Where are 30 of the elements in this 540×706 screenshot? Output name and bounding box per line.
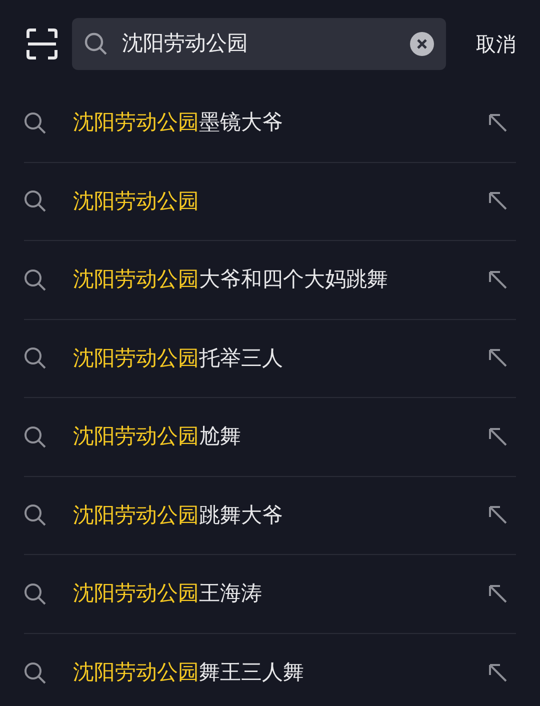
search-icon xyxy=(24,268,46,291)
suggestion-link[interactable]: 沈阳劳动公园舞王三人舞 xyxy=(73,657,304,688)
search-icon xyxy=(84,32,108,56)
suggestion-link[interactable]: 沈阳劳动公园托举三人 xyxy=(73,342,283,374)
suggestion-link[interactable]: 沈阳劳动公园跳舞大爷 xyxy=(73,500,283,531)
search-icon xyxy=(24,426,46,448)
suggestion-link[interactable]: 沈阳劳动公园墨镜大爷 xyxy=(73,107,283,138)
search-icon xyxy=(24,662,46,684)
search-field[interactable]: 沈阳劳动公园 xyxy=(72,18,446,70)
fill-in-arrow-icon[interactable] xyxy=(488,348,508,368)
suggestion-link[interactable]: 沈阳劳动公园大爷和四个大妈跳舞 xyxy=(73,264,388,296)
fill-in-arrow-icon[interactable] xyxy=(488,662,508,683)
suggestion-link[interactable]: 沈阳劳动公园尬舞 xyxy=(73,421,241,452)
search-icon xyxy=(24,504,46,526)
search-icon xyxy=(24,582,46,605)
fill-in-arrow-icon[interactable] xyxy=(488,191,508,212)
fill-in-arrow-icon[interactable] xyxy=(488,584,508,604)
scan-icon[interactable] xyxy=(26,28,58,60)
search-input-text: 沈阳劳动公园 xyxy=(122,30,249,58)
fill-in-arrow-icon[interactable] xyxy=(488,112,508,133)
fill-in-arrow-icon[interactable] xyxy=(488,505,508,526)
fill-in-arrow-icon[interactable] xyxy=(488,270,508,290)
clear-icon[interactable] xyxy=(410,32,434,56)
fill-in-arrow-icon[interactable] xyxy=(488,426,508,447)
search-icon xyxy=(24,190,46,212)
suggestion-link[interactable]: 沈阳劳动公园 xyxy=(73,186,199,217)
suggestion-link[interactable]: 沈阳劳动公园王海涛 xyxy=(73,578,262,610)
cancel-button[interactable]: 取消 xyxy=(476,29,516,59)
search-icon xyxy=(24,347,46,370)
search-icon xyxy=(24,112,46,134)
